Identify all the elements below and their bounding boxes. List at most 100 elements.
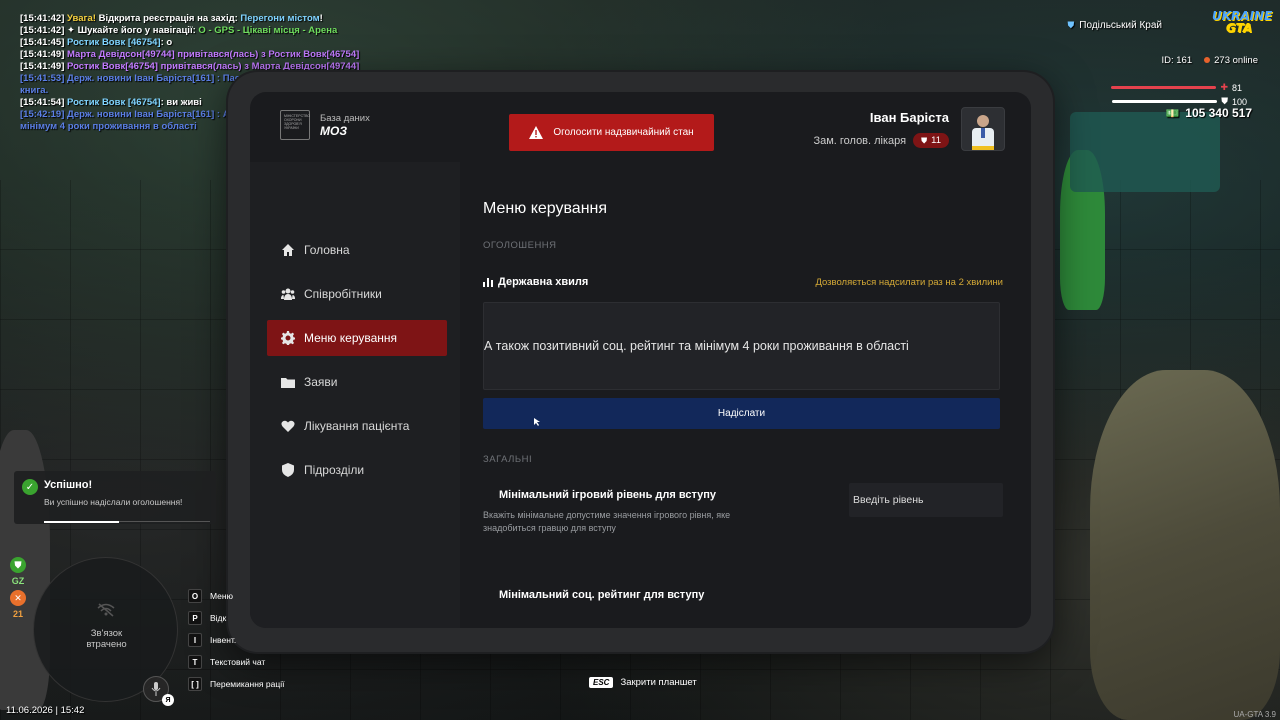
rank-icon: ⛊ [921, 135, 928, 145]
send-button[interactable]: Надіслати [483, 398, 1000, 429]
hotkey-key: I [188, 633, 202, 647]
min-level-title: Мінімальний ігровий рівень для вступу [499, 489, 716, 501]
health-bar-row: ✚ 81 [1111, 82, 1252, 93]
min-level-input[interactable]: Введіть рівень [849, 483, 1003, 517]
level-icon: ✕ [10, 590, 26, 606]
hotkey-key: O [188, 589, 202, 603]
success-toast: ✓ Успішно! Ви успішно надіслали оголошен… [14, 471, 216, 524]
gz-label: GZ [11, 576, 25, 586]
no-signal-icon [97, 603, 115, 617]
player-id-online: ID: 161 273 online [1162, 55, 1259, 66]
region-indicator: ⛊ Подільський Край [1068, 20, 1162, 31]
hotkey-item: T Текстовий чат [188, 655, 284, 669]
logo-bottom: GTA [1225, 21, 1253, 35]
datetime: 11.06.2026 | 15:42 [6, 705, 85, 716]
sidebar-item-2[interactable]: Меню керування [267, 320, 447, 356]
min-level-setting: Мінімальний ігровий рівень для вступу Вк… [483, 483, 1003, 535]
gear-icon [281, 331, 295, 345]
sidebar-item-5[interactable]: Підрозділи [267, 452, 447, 488]
sidebar-item-label: Підрозділи [304, 463, 365, 477]
sidebar-nav: Головна Співробітники Меню керування Заяви Л… [267, 232, 447, 496]
close-tablet-label: Закрити планшет [620, 677, 697, 688]
chat-segment: : ви живі [160, 97, 202, 108]
hotkey-key: P [188, 611, 202, 625]
chat-segment: [15:41:49] [20, 61, 67, 72]
sidebar-item-label: Меню керування [304, 331, 398, 345]
online-count-wrapper: 273 online [1204, 55, 1258, 66]
region-icon: ⛊ [1067, 20, 1075, 30]
close-tablet-hint[interactable]: ESC Закрити планшет [589, 677, 697, 688]
sidebar-item-label: Співробітники [304, 287, 382, 301]
hotkey-key: [ ] [188, 677, 202, 691]
mouse-cursor-icon [534, 418, 540, 426]
chat-segment: ! [319, 13, 323, 24]
rank-badge: ⛊ 11 [913, 133, 949, 148]
chat-segment: Ростик Вовк [46754] [67, 37, 161, 48]
brand-title: МОЗ [320, 123, 348, 138]
chat-line: [15:41:45] Ростик Вовк [46754]: о [20, 37, 405, 49]
chat-segment: Увага! [67, 13, 99, 24]
announcement-text: А також позитивний соц. рейтинг та мінім… [484, 339, 909, 353]
connection-lost-text: Зв'язок втрачено [34, 628, 179, 650]
hotkey-label: Відк [210, 613, 227, 623]
announcement-textarea[interactable]: А також позитивний соц. рейтинг та мінім… [483, 302, 1000, 390]
tablet-screen: МІНІСТЕРСТВО ОХОРОНИ ЗДОРОВ'Я УКРАЇНИ Ба… [250, 92, 1031, 628]
money-icon: 💵 [1165, 107, 1180, 120]
money-value: 105 340 517 [1185, 106, 1252, 120]
sidebar-item-label: Лікування пацієнта [304, 419, 410, 433]
sidebar-item-label: Головна [304, 243, 350, 257]
chat-line: [15:41:42] ✦ Шукайте його у навігації: O… [20, 25, 405, 37]
game-logo: UKRAINE GTA [1212, 10, 1272, 40]
chat-segment: O - GPS - Цікаві місця - Арена [198, 25, 338, 36]
chat-line: [15:41:49] Марта Девідсон[49744] привіта… [20, 49, 405, 61]
user-role: Зам. голов. лікаря [813, 134, 907, 147]
toast-title: Успішно! [44, 479, 93, 491]
toast-progress [44, 521, 119, 523]
hotkey-item: P Відк [188, 611, 284, 625]
hotkey-key: T [188, 655, 202, 669]
esc-key: ESC [589, 677, 614, 688]
hotkey-label: Текстовий чат [210, 657, 266, 667]
user-profile: Іван Баріста Зам. голов. лікаря ⛊ 11 [813, 107, 1005, 151]
toast-message: Ви успішно надіслали оголошення! [44, 497, 183, 507]
hotkey-item: I Інвент. [188, 633, 284, 647]
scene-sofa [1070, 112, 1220, 192]
users-icon [281, 288, 295, 300]
hotkey-label: Меню [210, 591, 233, 601]
chat-segment: Марта Девідсон[49744] привітався(лась) з… [67, 49, 360, 60]
check-icon: ✓ [22, 479, 38, 495]
state-wave-title-wrapper: Державна хвиля [483, 276, 588, 288]
chat-segment: [15:41:45] [20, 37, 67, 48]
declare-emergency-label: Оголосити надзвичайний стан [553, 127, 694, 138]
chat-segment: Відкрита реєстрація на захід: [98, 13, 241, 24]
region-name: Подільський Край [1079, 20, 1162, 31]
sidebar-item-4[interactable]: Лікування пацієнта [267, 408, 447, 444]
state-wave-title: Державна хвиля [498, 276, 589, 288]
main-panel: Меню керування ОГОЛОШЕННЯ Державна хвиля… [483, 182, 1003, 628]
online-count: 273 online [1214, 55, 1258, 66]
declare-emergency-button[interactable]: Оголосити надзвичайний стан [509, 114, 714, 151]
player-id: ID: 161 [1161, 55, 1193, 66]
send-limit-note: Дозволяється надсилати раз на 2 хвилини [815, 276, 1003, 288]
scene-character-soldier [1090, 370, 1280, 720]
chat-segment: [15:41:42] [20, 25, 67, 36]
min-social-setting: Мінімальний соц. рейтинг для вступу [483, 583, 1003, 609]
level-value: 21 [12, 609, 23, 619]
chat-segment: ✦ Шукайте його у навігації: [67, 25, 199, 36]
chat-segment: Перегони містом [240, 13, 320, 24]
health-bar [1111, 86, 1217, 89]
chat-segment: [15:41:49] [20, 49, 67, 60]
avatar-person-icon [972, 115, 994, 150]
sidebar-item-3[interactable]: Заяви [267, 364, 447, 400]
chat-segment: [15:41:42] [20, 13, 67, 24]
rank-value: 11 [931, 135, 941, 146]
hotkey-item: [ ] Перемикання рації [188, 677, 284, 691]
money-display: 💵 105 340 517 [1166, 106, 1252, 120]
armor-bar [1112, 100, 1218, 103]
sidebar-item-1[interactable]: Співробітники [267, 276, 447, 312]
min-social-title: Мінімальний соц. рейтинг для вступу [499, 589, 705, 601]
heart-icon [281, 420, 295, 432]
hotkey-list: O Меню P Відк I Інвент. T Текстовий чат [ ] Перем… [188, 589, 284, 699]
voice-language-badge: Я [162, 694, 174, 706]
sidebar-item-0[interactable]: Головна [267, 232, 447, 268]
